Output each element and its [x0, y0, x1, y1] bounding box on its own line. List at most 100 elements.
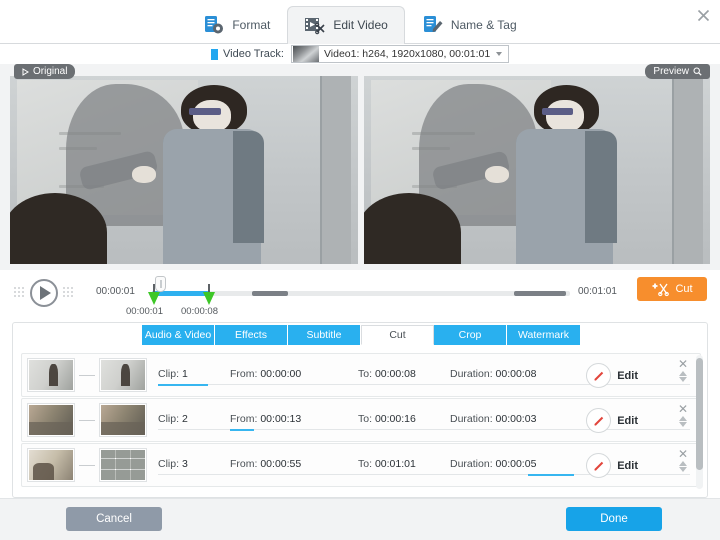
edit-clip-button[interactable]: Edit: [586, 408, 638, 433]
edit-video-icon: [305, 18, 325, 35]
clip-to-field[interactable]: To: 00:01:01: [358, 458, 416, 470]
table-row[interactable]: Clip: 3 From: 00:00:55 To: 00:01:01 Dura…: [21, 443, 701, 487]
name-tag-icon: [423, 16, 443, 32]
clip-duration-value: 00:00:08: [495, 368, 537, 380]
move-down-button[interactable]: [679, 377, 687, 382]
clip-to-field[interactable]: To: 00:00:08: [358, 368, 416, 380]
field-underline-active: [230, 429, 254, 431]
move-up-button[interactable]: [679, 416, 687, 421]
clip-to-field[interactable]: To: 00:00:16: [358, 413, 416, 425]
video-track-marker-icon: [211, 48, 219, 60]
remove-clip-button[interactable]: ✕: [678, 448, 688, 460]
edit-clip-button[interactable]: Edit: [586, 363, 638, 388]
trim-out-handle[interactable]: [202, 284, 215, 305]
clip-index-value: 2: [181, 413, 188, 425]
subtab-crop[interactable]: Crop: [434, 325, 507, 345]
clip-duration-field[interactable]: Duration: 00:00:05: [450, 458, 536, 470]
subtab-subtitle-label: Subtitle: [306, 329, 342, 341]
scissors-plus-icon: [652, 283, 670, 296]
clip-thumbnails: [28, 404, 146, 436]
transport-bar: 00:00:01 00:01:01 00:00:01 00:00:08: [0, 270, 720, 318]
clip-from-field[interactable]: From: 00:00:13: [230, 413, 301, 425]
clip-duration-field[interactable]: Duration: 00:00:08: [450, 368, 536, 380]
original-tag-label: Original: [33, 66, 68, 77]
clip-from-field[interactable]: From: 00:00:55: [230, 458, 301, 470]
clip-thumbnails: [28, 449, 146, 481]
remove-clip-button[interactable]: ✕: [678, 403, 688, 415]
clip-from-value: 00:00:00: [260, 368, 302, 380]
original-video-frame[interactable]: [10, 76, 358, 264]
clip-from-field[interactable]: From: 00:00:00: [230, 368, 301, 380]
edit-subtabs: Audio & Video Effects Subtitle Cut Crop …: [13, 325, 709, 347]
main-tabbar: Format Edit Video Name & Tag: [0, 0, 720, 44]
clip-to-value: 00:00:08: [374, 368, 416, 380]
clip-end-thumbnail: [100, 449, 146, 481]
cut-button[interactable]: Cut: [637, 277, 707, 301]
move-down-button[interactable]: [679, 467, 687, 472]
to-label: To:: [358, 368, 373, 380]
preview-area: Original Preview: [0, 64, 720, 270]
clip-index-field: Clip: 3: [158, 458, 188, 470]
tab-name-tag[interactable]: Name & Tag: [405, 6, 534, 43]
clip-index-value: 1: [181, 368, 188, 380]
move-up-button[interactable]: [679, 371, 687, 376]
table-row[interactable]: Clip: 1 From: 00:00:00 To: 00:00:08 Dura…: [21, 353, 701, 397]
trim-in-handle[interactable]: [147, 284, 160, 305]
preview-tag[interactable]: Preview: [645, 64, 710, 79]
pencil-icon: [586, 453, 612, 478]
original-tag: Original: [14, 64, 76, 79]
move-up-button[interactable]: [679, 461, 687, 466]
field-underline-active: [528, 474, 574, 476]
play-triangle-icon: [22, 67, 29, 76]
video-still-preview: [364, 76, 710, 264]
clip-from-value: 00:00:13: [260, 413, 302, 425]
subtab-crop-label: Crop: [458, 329, 482, 341]
video-track-select[interactable]: Video1: h264, 1920x1080, 00:01:01: [290, 45, 509, 63]
subtab-watermark-label: Watermark: [518, 329, 569, 341]
clip-list: Clip: 1 From: 00:00:00 To: 00:00:08 Dura…: [21, 353, 701, 491]
video-track-label-group: Video Track:: [211, 48, 284, 60]
clip-thumbnails: [28, 359, 146, 391]
subtab-cut[interactable]: Cut: [361, 325, 434, 345]
tab-format[interactable]: Format: [186, 6, 287, 43]
clip-list-scrollbar[interactable]: [696, 355, 703, 489]
subtab-effects[interactable]: Effects: [215, 325, 288, 345]
clip-end-thumbnail: [100, 359, 146, 391]
tab-edit-video[interactable]: Edit Video: [287, 6, 405, 44]
clip-list-scrollbar-thumb[interactable]: [696, 358, 703, 470]
clip-index-field: Clip: 1: [158, 368, 188, 380]
pencil-icon: [586, 363, 612, 388]
timeline-segment-marker: [514, 291, 566, 296]
remove-clip-button[interactable]: ✕: [678, 358, 688, 370]
edit-video-dialog: Format Edit Video Name & Tag Video Track…: [0, 0, 720, 540]
subtab-subtitle[interactable]: Subtitle: [288, 325, 361, 345]
clip-end-thumbnail: [100, 404, 146, 436]
cancel-button-label: Cancel: [96, 513, 132, 525]
clip-duration-value: 00:00:05: [495, 458, 537, 470]
cancel-button[interactable]: Cancel: [66, 507, 162, 531]
close-button[interactable]: [692, 4, 714, 26]
duration-label: Duration:: [450, 368, 493, 380]
tab-name-tag-label: Name & Tag: [450, 18, 517, 32]
format-icon: [205, 16, 224, 34]
clip-duration-field[interactable]: Duration: 00:00:03: [450, 413, 536, 425]
move-down-button[interactable]: [679, 422, 687, 427]
clip-label: Clip:: [158, 458, 180, 470]
from-label: From:: [230, 458, 258, 470]
row-controls: ✕: [674, 358, 692, 382]
subtab-audio-video[interactable]: Audio & Video: [142, 325, 215, 345]
preview-video-frame[interactable]: [364, 76, 710, 264]
done-button[interactable]: Done: [566, 507, 662, 531]
clip-index-value: 3: [181, 458, 188, 470]
magnifier-icon: [693, 67, 702, 76]
close-icon: [697, 9, 709, 21]
from-label: From:: [230, 368, 258, 380]
clip-to-value: 00:00:16: [374, 413, 416, 425]
grip-right-icon: [63, 287, 73, 297]
edit-clip-button[interactable]: Edit: [586, 453, 638, 478]
subtab-watermark[interactable]: Watermark: [507, 325, 580, 345]
timeline-end-time: 00:01:01: [578, 286, 617, 297]
play-button[interactable]: [30, 279, 58, 307]
table-row[interactable]: Clip: 2 From: 00:00:13 To: 00:00:16 Dura…: [21, 398, 701, 442]
timeline-start-time: 00:00:01: [96, 286, 135, 297]
